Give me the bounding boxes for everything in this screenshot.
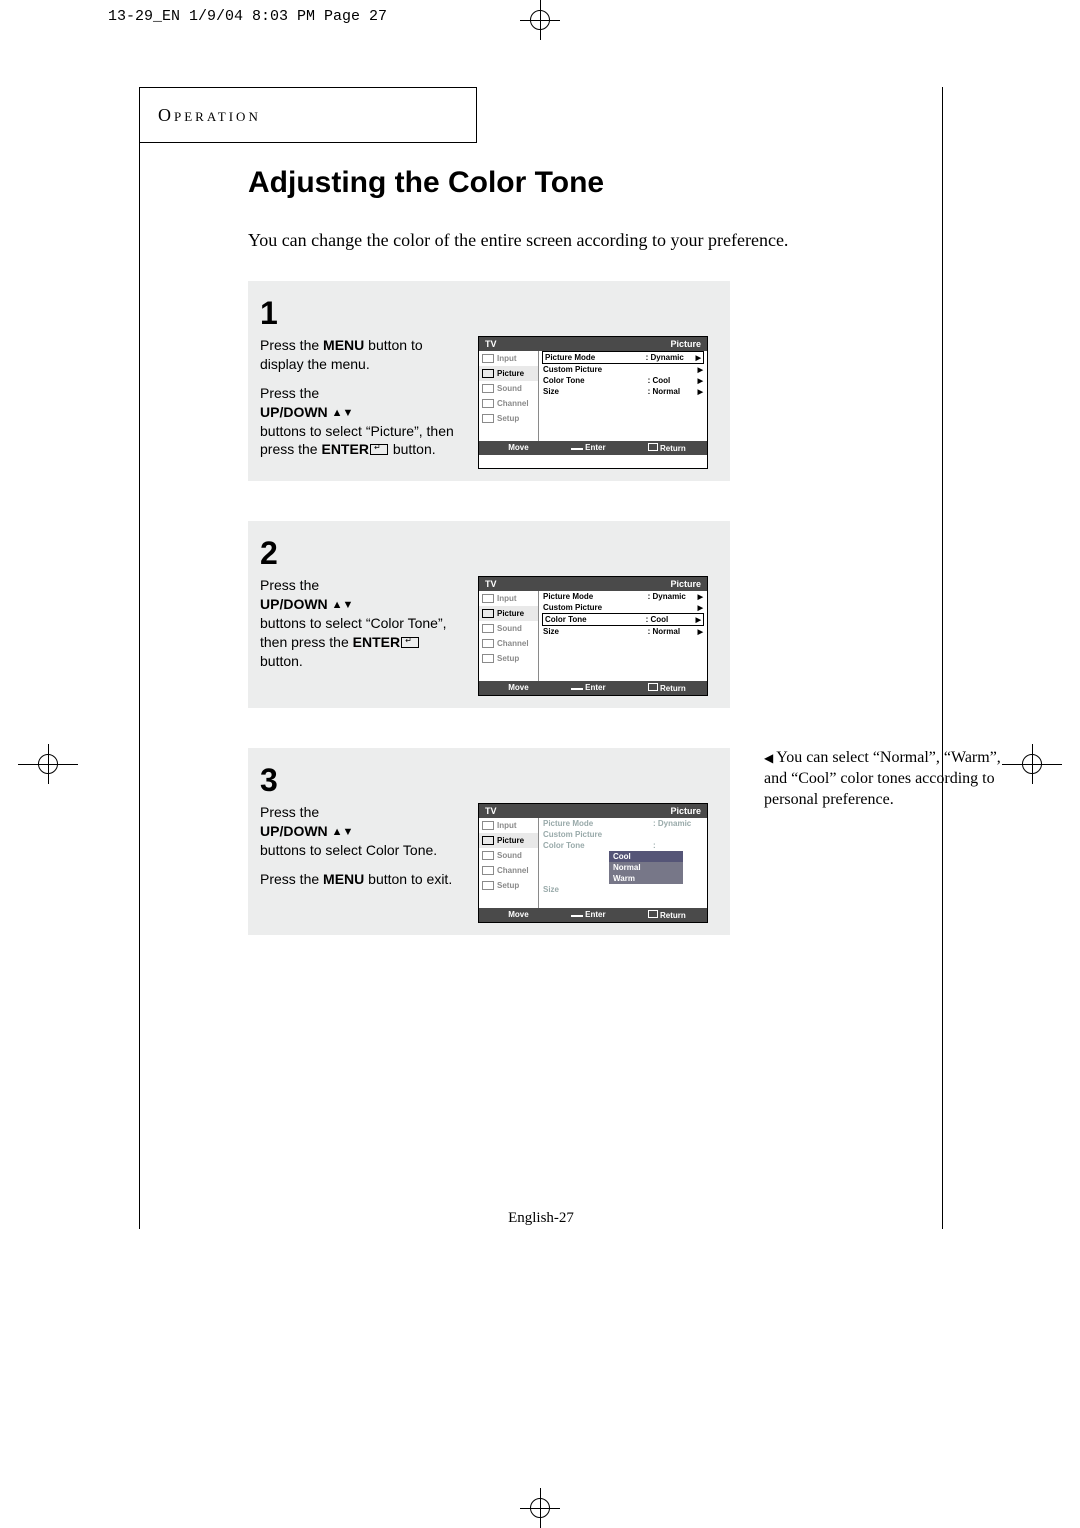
crop-mark-bottom	[520, 1488, 560, 1528]
enter-icon	[370, 444, 388, 455]
section-tab: Operation	[139, 87, 477, 143]
step-number: 1	[260, 295, 718, 332]
step-2: 2 Press the UP/DOWN ▲▼ buttons to select…	[248, 521, 730, 708]
step-3-text: Press the UP/DOWN ▲▼ buttons to select C…	[260, 803, 466, 923]
step-1-text: Press the MENU button to display the men…	[260, 336, 466, 469]
page-title: Adjusting the Color Tone	[248, 166, 968, 200]
prepress-stamp: 13-29_EN 1/9/04 8:03 PM Page 27	[108, 8, 387, 25]
up-down-icon: ▲▼	[332, 599, 354, 611]
crop-mark-top	[520, 0, 560, 40]
osd-screenshot-1: TVPicture Input Picture Sound Channel Se…	[478, 336, 708, 469]
intro-text: You can change the color of the entire s…	[248, 230, 968, 251]
side-note: You can select “Normal”, “Warm”, and “Co…	[764, 748, 1014, 810]
step-number: 3	[260, 762, 718, 799]
content-area: Adjusting the Color Tone You can change …	[248, 166, 968, 975]
page-number: English-27	[508, 1210, 574, 1227]
crop-mark-left	[18, 744, 78, 784]
osd-screenshot-2: TVPicture Input Picture Sound Channel Se…	[478, 576, 708, 696]
up-down-icon: ▲▼	[332, 407, 354, 419]
step-number: 2	[260, 535, 718, 572]
enter-icon	[401, 637, 419, 648]
step-1: 1 Press the MENU button to display the m…	[248, 281, 730, 481]
step-3: 3 Press the UP/DOWN ▲▼ buttons to select…	[248, 748, 730, 935]
up-down-icon: ▲▼	[332, 826, 354, 838]
osd-screenshot-3: TVPicture Input Picture Sound Channel Se…	[478, 803, 708, 923]
step-2-text: Press the UP/DOWN ▲▼ buttons to select “…	[260, 576, 466, 696]
